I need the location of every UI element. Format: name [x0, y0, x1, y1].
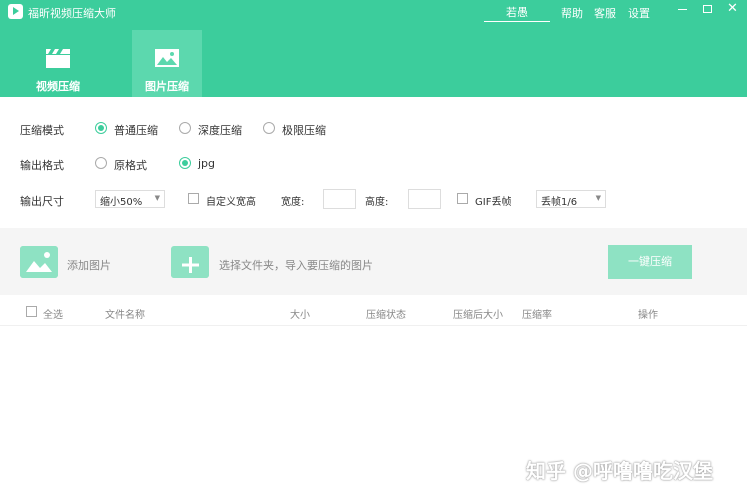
- width-label: 宽度:: [281, 197, 305, 208]
- column-status: 压缩状态: [366, 310, 406, 321]
- radio-deep-compress-label: 深度压缩: [198, 124, 242, 137]
- gif-drop-frame-label: GIF丢帧: [475, 197, 512, 208]
- image-icon: [155, 49, 179, 67]
- gif-frame-select-value: 丢帧1/6: [541, 197, 578, 208]
- app-logo-icon: [8, 4, 23, 19]
- close-icon[interactable]: ✕: [727, 1, 738, 16]
- scale-select[interactable]: 缩小50% ▼: [95, 190, 165, 208]
- tab-image-compress-label: 图片压缩: [145, 80, 189, 93]
- column-compressed-size: 压缩后大小: [453, 310, 503, 321]
- radio-jpg-label: jpg: [198, 157, 216, 170]
- column-actions: 操作: [638, 310, 658, 321]
- column-size: 大小: [290, 310, 310, 321]
- compress-mode-label: 压缩模式: [20, 124, 64, 137]
- radio-extreme-compress[interactable]: [263, 122, 275, 134]
- header-bar: 福昕视频压缩大师 若愚 帮助 客服 设置 ✕ 视频压缩 图片压缩: [0, 0, 747, 97]
- help-link[interactable]: 帮助: [561, 5, 583, 21]
- column-compress-rate: 压缩率: [522, 310, 552, 321]
- radio-original-format-label: 原格式: [114, 159, 147, 172]
- video-clapper-icon: [46, 49, 70, 68]
- watermark: 知乎 @呼噜噜吃汉堡: [526, 459, 713, 483]
- custom-size-checkbox[interactable]: [188, 193, 199, 204]
- table-header-divider: [0, 325, 747, 326]
- minimize-icon[interactable]: [678, 9, 687, 10]
- height-label: 高度:: [365, 197, 389, 208]
- chevron-down-icon: ▼: [595, 194, 601, 202]
- tab-video-compress[interactable]: 视频压缩: [23, 30, 93, 97]
- output-size-label: 输出尺寸: [20, 195, 64, 208]
- chevron-down-icon: ▼: [154, 194, 160, 202]
- radio-normal-compress[interactable]: [95, 122, 107, 134]
- username-link[interactable]: 若愚: [484, 4, 550, 22]
- add-folder-icon[interactable]: [171, 246, 209, 278]
- add-image-label[interactable]: 添加图片: [67, 257, 111, 273]
- select-all-checkbox[interactable]: [26, 306, 37, 317]
- radio-extreme-compress-label: 极限压缩: [282, 124, 326, 137]
- select-folder-label[interactable]: 选择文件夹，导入要压缩的图片: [219, 257, 373, 273]
- app-title: 福昕视频压缩大师: [28, 7, 116, 20]
- width-input[interactable]: [323, 189, 356, 209]
- select-all-label: 全选: [43, 310, 63, 321]
- radio-deep-compress[interactable]: [179, 122, 191, 134]
- tab-video-compress-label: 视频压缩: [36, 80, 80, 93]
- column-filename: 文件名称: [105, 310, 145, 321]
- radio-normal-compress-label: 普通压缩: [114, 124, 158, 137]
- gif-drop-frame-checkbox[interactable]: [457, 193, 468, 204]
- support-link[interactable]: 客服: [594, 5, 616, 21]
- scale-select-value: 缩小50%: [100, 197, 143, 208]
- add-image-icon[interactable]: [20, 246, 58, 278]
- output-format-label: 输出格式: [20, 159, 64, 172]
- height-input[interactable]: [408, 189, 441, 209]
- tab-image-compress[interactable]: 图片压缩: [132, 30, 202, 97]
- gif-frame-select[interactable]: 丢帧1/6 ▼: [536, 190, 606, 208]
- radio-jpg[interactable]: [179, 157, 191, 169]
- custom-size-label: 自定义宽高: [206, 197, 256, 208]
- settings-link[interactable]: 设置: [628, 5, 650, 21]
- maximize-icon[interactable]: [703, 5, 712, 13]
- radio-original-format[interactable]: [95, 157, 107, 169]
- compress-all-button[interactable]: 一键压缩: [608, 245, 692, 279]
